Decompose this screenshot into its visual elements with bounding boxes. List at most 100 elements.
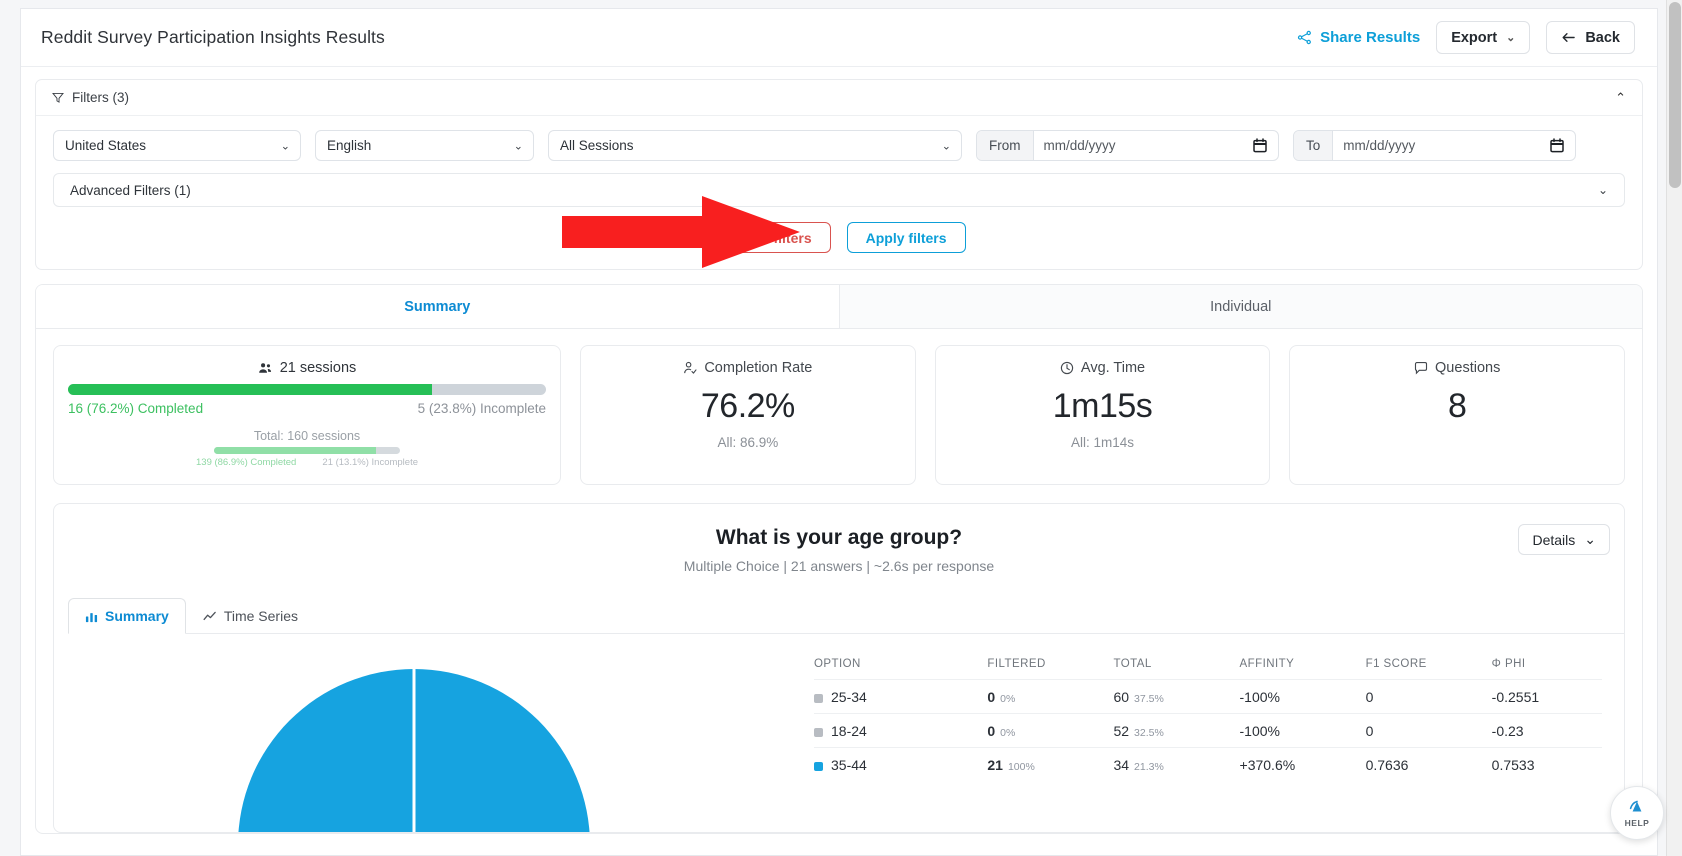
language-select[interactable]: English ⌄: [315, 130, 534, 161]
cell-total: 34 21.3%: [1113, 747, 1240, 781]
pie-chart: [234, 660, 594, 832]
help-button[interactable]: HELP: [1610, 786, 1664, 840]
person-check-icon: [683, 361, 697, 375]
completion-rate-label: Completion Rate: [704, 360, 813, 376]
filter-icon: [52, 92, 64, 104]
option-label: 25-34: [831, 689, 867, 705]
questions-card: Questions 8: [1289, 345, 1626, 485]
total-progress-bar: [214, 447, 400, 454]
date-to-addon: To: [1294, 131, 1334, 160]
sessions-legend: 16 (76.2%) Completed 5 (23.8%) Incomplet…: [68, 401, 546, 416]
chat-icon: [1414, 361, 1428, 375]
total-count: 52: [1113, 723, 1130, 739]
cell-filtered: 0 0%: [987, 713, 1114, 748]
details-label: Details: [1532, 531, 1576, 548]
table-row[interactable]: 18-24 0 0% 52 32.5% -100% 0 -0.23: [814, 713, 1602, 748]
question-title: What is your age group?: [715, 526, 963, 549]
filtered-count: 21: [987, 757, 1003, 773]
help-label: HELP: [1624, 817, 1650, 828]
page-header: Reddit Survey Participation Insights Res…: [21, 9, 1657, 67]
cell-f1score: 0: [1365, 713, 1492, 748]
sessions-completed-label: 16 (76.2%) Completed: [68, 401, 204, 416]
pie-chart-container: [54, 644, 814, 832]
filters-label: Filters (3): [72, 90, 129, 105]
question-tab-timeseries-label: Time Series: [223, 608, 298, 624]
results-page: Reddit Survey Participation Insights Res…: [20, 8, 1658, 856]
share-results-label: Share Results: [1320, 29, 1421, 46]
chevron-up-icon[interactable]: ⌃: [1615, 90, 1626, 106]
chevron-down-icon: ⌄: [1597, 183, 1608, 197]
filtered-count: 0: [987, 689, 996, 705]
date-from-group[interactable]: From mm/dd/yyyy: [976, 130, 1279, 161]
total-pct: 21.3%: [1134, 761, 1164, 773]
filtered-pct: 100%: [1007, 761, 1035, 773]
date-from-addon: From: [977, 131, 1034, 160]
date-to-input[interactable]: mm/dd/yyyy: [1333, 131, 1550, 160]
avg-time-sub: All: 1m14s: [1070, 435, 1135, 450]
sessions-title: 21 sessions: [68, 360, 546, 376]
scrollbar-thumb[interactable]: [1669, 2, 1681, 188]
avg-time-card: Avg. Time 1m15s All: 1m14s: [934, 345, 1271, 485]
total-incomplete-label: 21 (13.1%) Incomplete: [322, 457, 418, 468]
sessions-count-label: 21 sessions: [279, 360, 357, 376]
sessions-select[interactable]: All Sessions ⌄: [548, 130, 962, 161]
completion-rate-card: Completion Rate 76.2% All: 86.9%: [580, 345, 916, 485]
cell-affinity: -100%: [1239, 713, 1366, 748]
question-tab-timeseries[interactable]: Time Series: [186, 598, 315, 634]
header-actions: Share Results Export ⌄ Back: [1297, 21, 1635, 54]
back-button[interactable]: Back: [1546, 21, 1635, 54]
filtered-count: 0: [987, 723, 996, 739]
sessions-card: 21 sessions 16 (76.2%) Completed 5 (23.8…: [53, 345, 561, 485]
calendar-icon[interactable]: [1253, 131, 1278, 160]
question-tab-summary-label: Summary: [105, 608, 169, 624]
share-results-button[interactable]: Share Results: [1297, 29, 1420, 46]
filter-controls-row: United States ⌄ English ⌄ All Sessions ⌄…: [53, 130, 1625, 161]
filters-header[interactable]: Filters (3) ⌃: [36, 80, 1642, 116]
questions-value: 8: [1447, 387, 1467, 425]
col-affinity: AFFINITY: [1239, 658, 1295, 670]
tab-individual[interactable]: Individual: [840, 285, 1643, 328]
browser-viewport: Reddit Survey Participation Insights Res…: [0, 0, 1682, 856]
apply-filters-button[interactable]: Apply filters: [846, 222, 966, 253]
date-to-group[interactable]: To mm/dd/yyyy: [1293, 130, 1576, 161]
advanced-filters-label: Advanced Filters (1): [70, 182, 191, 198]
question-tab-summary[interactable]: Summary: [68, 598, 186, 634]
cell-option: 35-44: [814, 747, 988, 781]
page-scrollbar[interactable]: [1666, 0, 1682, 856]
export-button[interactable]: Export ⌄: [1436, 21, 1531, 54]
total-legend: 139 (86.9%) Completed 21 (13.1%) Incompl…: [196, 457, 418, 468]
avg-time-label: Avg. Time: [1080, 360, 1146, 376]
date-from-input[interactable]: mm/dd/yyyy: [1034, 131, 1254, 160]
reset-filters-button[interactable]: Reset filters: [712, 222, 831, 253]
language-select-value: English: [327, 138, 372, 153]
question-card: What is your age group? Multiple Choice …: [53, 503, 1625, 833]
total-pct: 37.5%: [1134, 693, 1164, 705]
question-body: OPTION FILTERED TOTAL AFFINITY F1 SCORE …: [54, 634, 1624, 832]
advanced-filters-toggle[interactable]: Advanced Filters (1) ⌄: [53, 173, 1625, 207]
details-button[interactable]: Details ⌄: [1518, 524, 1610, 555]
trend-line-icon: [203, 610, 217, 623]
col-f1score: F1 SCORE: [1365, 658, 1427, 670]
col-phi: Φ PHI: [1491, 658, 1526, 670]
filters-body: United States ⌄ English ⌄ All Sessions ⌄…: [36, 116, 1642, 269]
calendar-icon[interactable]: [1550, 131, 1575, 160]
filtered-pct: 0%: [1000, 727, 1016, 739]
col-total: TOTAL: [1113, 658, 1152, 670]
sessions-incomplete-label: 5 (23.8%) Incomplete: [417, 401, 546, 416]
sessions-total-block: Total: 160 sessions 139 (86.9%) Complete…: [68, 429, 546, 468]
filter-actions: Reset filters Apply filters: [53, 222, 1625, 253]
country-select[interactable]: United States ⌄: [53, 130, 301, 161]
tab-summary[interactable]: Summary: [36, 285, 840, 328]
table-row[interactable]: 25-34 0 0% 60 37.5% -100% 0 -0.2551: [814, 679, 1602, 714]
total-count: 34: [1113, 757, 1130, 773]
option-label: 18-24: [831, 723, 867, 739]
table-row[interactable]: 35-44 21 100% 34 21.3% +370.6% 0.7636 0.…: [814, 747, 1602, 781]
total-pct: 32.5%: [1134, 727, 1164, 739]
cell-f1score: 0: [1365, 679, 1492, 714]
completion-rate-label-row: Completion Rate: [595, 360, 901, 376]
share-icon: [1297, 30, 1312, 45]
option-color-swatch: [814, 693, 823, 703]
sessions-select-value: All Sessions: [560, 138, 634, 153]
col-filtered: FILTERED: [987, 658, 1046, 670]
avg-time-value: 1m15s: [1052, 387, 1153, 425]
